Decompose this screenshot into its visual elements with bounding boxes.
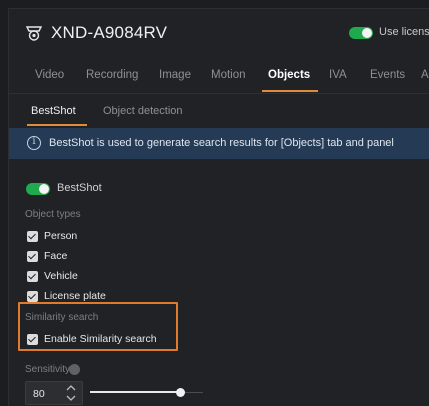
tab-objects[interactable]: Objects (268, 69, 310, 81)
checkbox-label: Face (44, 250, 68, 262)
bestshot-toggle[interactable] (26, 183, 50, 195)
chevron-down-icon[interactable] (64, 393, 78, 403)
slider-thumb[interactable] (176, 388, 186, 397)
info-banner-text: BestShot is used to generate search resu… (49, 137, 394, 149)
tab-a[interactable]: A (421, 69, 429, 81)
checkbox-label: Person (44, 230, 78, 242)
sensitivity-value[interactable]: 80 (33, 388, 45, 400)
sub-tabs: BestShot Object detection (9, 99, 429, 126)
tab-recording[interactable]: Recording (86, 69, 138, 81)
checkbox-label: Vehicle (44, 270, 78, 282)
sensitivity-slider[interactable] (90, 388, 203, 397)
checkbox-label: License plate (44, 290, 106, 302)
sensitivity-label: Sensitivity (25, 364, 71, 375)
use-license-toggle[interactable] (349, 27, 373, 39)
toggle-knob (362, 28, 372, 38)
camera-icon (25, 26, 43, 41)
toggle-knob (39, 184, 49, 194)
object-types-label: Object types (25, 209, 81, 220)
tab-events[interactable]: Events (370, 69, 405, 81)
similarity-search-label: Similarity search (25, 312, 99, 323)
device-header: XND-A9084RV Use license (9, 9, 429, 57)
checkbox-checked-icon[interactable] (27, 291, 38, 302)
tab-video[interactable]: Video (35, 69, 64, 81)
help-icon[interactable] (69, 364, 80, 375)
subtab-object-detection[interactable]: Object detection (103, 105, 183, 117)
subtab-bestshot[interactable]: BestShot (31, 105, 76, 117)
main-tabs: Video Recording Image Motion Objects IVA… (9, 61, 429, 94)
info-banner: BestShot is used to generate search resu… (9, 128, 429, 159)
checkbox-checked-icon[interactable] (27, 271, 38, 282)
tab-motion[interactable]: Motion (211, 69, 246, 81)
checkbox-checked-icon[interactable] (27, 231, 38, 242)
checkbox-label: Enable Similarity search (44, 333, 157, 345)
active-tab-indicator (262, 90, 318, 92)
tab-iva[interactable]: IVA (329, 69, 347, 81)
tab-image[interactable]: Image (159, 69, 191, 81)
info-icon (27, 136, 41, 150)
checkbox-checked-icon[interactable] (27, 334, 38, 345)
device-name: XND-A9084RV (51, 23, 168, 42)
bestshot-label: BestShot (57, 182, 102, 194)
chevron-up-icon[interactable] (64, 383, 78, 393)
use-license-label: Use license (379, 26, 429, 38)
checkbox-checked-icon[interactable] (27, 251, 38, 262)
active-subtab-indicator (27, 124, 87, 126)
slider-fill (90, 391, 181, 393)
settings-panel: XND-A9084RV Use license Video Recording … (8, 8, 429, 406)
sensitivity-stepper[interactable]: 80 (25, 381, 83, 405)
